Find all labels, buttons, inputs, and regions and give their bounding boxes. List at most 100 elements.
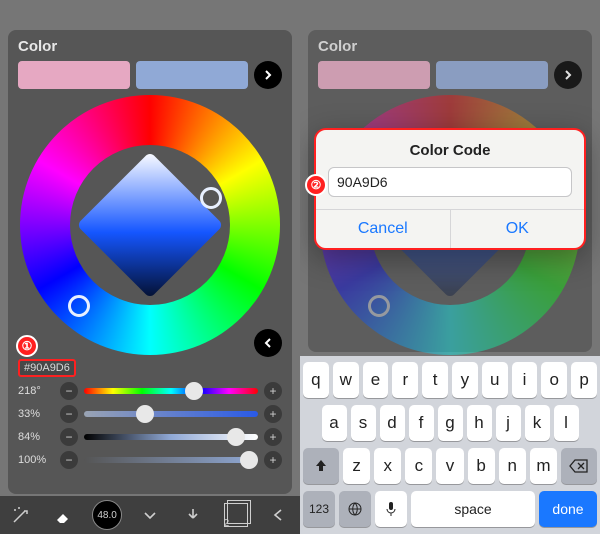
- hue-knob[interactable]: [185, 382, 203, 400]
- key-backspace[interactable]: [561, 448, 597, 484]
- key-done[interactable]: done: [539, 491, 597, 527]
- key-y[interactable]: y: [452, 362, 478, 398]
- key-mic[interactable]: [375, 491, 407, 527]
- chevron-left-icon: [262, 337, 274, 349]
- key-q[interactable]: q: [303, 362, 329, 398]
- kbd-row1: q w e r t y u i o p: [303, 362, 597, 398]
- left-screenshot: Color ① #90A9D6 218° −: [0, 0, 300, 534]
- key-p[interactable]: p: [571, 362, 597, 398]
- panel-title-r: Color: [318, 38, 582, 55]
- backspace-icon: [569, 459, 589, 473]
- lgt-label: 84%: [18, 431, 54, 443]
- key-globe[interactable]: [339, 491, 371, 527]
- wand-tool-button[interactable]: [6, 500, 36, 530]
- key-b[interactable]: b: [468, 448, 495, 484]
- key-u[interactable]: u: [482, 362, 508, 398]
- arrow-left-icon: [270, 507, 286, 523]
- op-plus-button[interactable]: +: [264, 451, 282, 469]
- back-button[interactable]: [263, 500, 293, 530]
- color-code-input[interactable]: 90A9D6: [328, 167, 572, 197]
- collapse-wheel-button[interactable]: [254, 329, 282, 357]
- shift-icon: [313, 458, 329, 474]
- hex-line: #90A9D6: [18, 359, 282, 377]
- layers-count: 2: [224, 518, 230, 529]
- chevron-right-icon: [562, 69, 574, 81]
- key-c[interactable]: c: [405, 448, 432, 484]
- dialog-title: Color Code: [316, 130, 584, 167]
- layers-button[interactable]: 2: [221, 500, 251, 530]
- key-l[interactable]: l: [554, 405, 579, 441]
- right-screenshot: Color ② Color Code 90A9D6 Cancel OK q w …: [300, 0, 600, 534]
- kbd-row4: 123 space done: [303, 491, 597, 527]
- eraser-tool-button[interactable]: [49, 500, 79, 530]
- chevron-down-button[interactable]: [135, 500, 165, 530]
- key-space[interactable]: space: [411, 491, 535, 527]
- key-m[interactable]: m: [530, 448, 557, 484]
- annotation-1-badge: ①: [16, 335, 38, 357]
- brush-size-value: 48.0: [97, 510, 116, 521]
- sat-plus-button[interactable]: +: [264, 405, 282, 423]
- chevron-right-icon: [262, 69, 274, 81]
- lgt-minus-button[interactable]: −: [60, 428, 78, 446]
- chevron-down-icon: [142, 507, 158, 523]
- key-e[interactable]: e: [363, 362, 389, 398]
- sv-handle[interactable]: [200, 187, 222, 209]
- hue-label: 218°: [18, 385, 54, 397]
- color-code-dialog: Color Code 90A9D6 Cancel OK: [314, 128, 586, 250]
- hue-slider-row: 218° − +: [18, 382, 282, 400]
- key-n[interactable]: n: [499, 448, 526, 484]
- hue-handle[interactable]: [68, 295, 90, 317]
- key-j[interactable]: j: [496, 405, 521, 441]
- key-a[interactable]: a: [322, 405, 347, 441]
- op-label: 100%: [18, 454, 54, 466]
- hue-slider[interactable]: [84, 388, 258, 394]
- key-s[interactable]: s: [351, 405, 376, 441]
- swatch-row: [18, 61, 282, 89]
- eraser-icon: [54, 505, 74, 525]
- color-panel: Color ① #90A9D6 218° −: [8, 30, 292, 494]
- lgt-knob[interactable]: [227, 428, 245, 446]
- key-g[interactable]: g: [438, 405, 463, 441]
- key-v[interactable]: v: [436, 448, 463, 484]
- key-z[interactable]: z: [343, 448, 370, 484]
- sat-minus-button[interactable]: −: [60, 405, 78, 423]
- download-button[interactable]: [178, 500, 208, 530]
- brush-size-button[interactable]: 48.0: [92, 500, 122, 530]
- key-f[interactable]: f: [409, 405, 434, 441]
- key-123[interactable]: 123: [303, 491, 335, 527]
- panel-title: Color: [18, 38, 282, 55]
- lgt-plus-button[interactable]: +: [264, 428, 282, 446]
- kbd-row3: z x c v b n m: [303, 448, 597, 484]
- key-shift[interactable]: [303, 448, 339, 484]
- op-slider[interactable]: [84, 457, 258, 463]
- expand-swatches-button[interactable]: [254, 61, 282, 89]
- color-wheel[interactable]: [20, 95, 280, 355]
- key-o[interactable]: o: [541, 362, 567, 398]
- key-w[interactable]: w: [333, 362, 359, 398]
- op-knob[interactable]: [240, 451, 258, 469]
- key-d[interactable]: d: [380, 405, 405, 441]
- hue-minus-button[interactable]: −: [60, 382, 78, 400]
- dialog-ok-button[interactable]: OK: [451, 210, 585, 248]
- lgt-slider[interactable]: [84, 434, 258, 440]
- sat-knob[interactable]: [136, 405, 154, 423]
- key-k[interactable]: k: [525, 405, 550, 441]
- swatch-secondary[interactable]: [136, 61, 248, 89]
- sat-slider[interactable]: [84, 411, 258, 417]
- swatch-primary-r: [318, 61, 430, 89]
- key-h[interactable]: h: [467, 405, 492, 441]
- key-i[interactable]: i: [512, 362, 538, 398]
- download-icon: [185, 507, 201, 523]
- op-slider-row: 100% − +: [18, 451, 282, 469]
- swatch-secondary-r: [436, 61, 548, 89]
- kbd-row2: a s d f g h j k l: [303, 405, 597, 441]
- hue-plus-button[interactable]: +: [264, 382, 282, 400]
- swatch-primary[interactable]: [18, 61, 130, 89]
- key-t[interactable]: t: [422, 362, 448, 398]
- key-x[interactable]: x: [374, 448, 401, 484]
- op-minus-button[interactable]: −: [60, 451, 78, 469]
- dialog-cancel-button[interactable]: Cancel: [316, 210, 451, 248]
- globe-icon: [347, 501, 363, 517]
- key-r[interactable]: r: [392, 362, 418, 398]
- hex-input[interactable]: #90A9D6: [18, 359, 76, 377]
